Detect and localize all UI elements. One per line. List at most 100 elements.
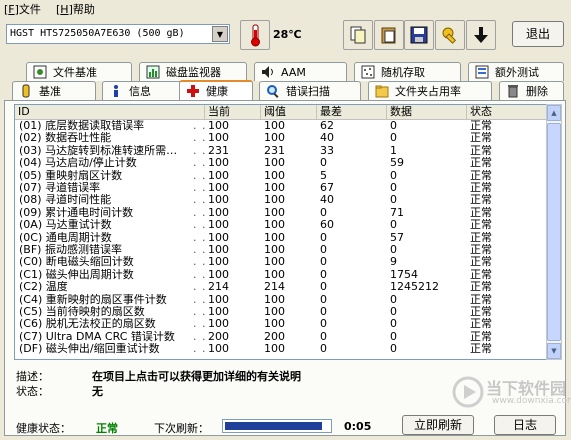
table-header: ID 当前 阈值 最差 数据 状态 [15,105,546,120]
cell-id: (01) 底层数据读取错误率 [19,120,145,132]
table-row[interactable]: (BF) 振动感测错误率 100 100 0 0 正常 . . . [15,244,546,257]
cell-current: 100 [208,306,229,318]
table-row[interactable]: (09) 累计通电时间计数 100 100 0 71 正常 . . . [15,206,546,220]
magnifier-icon [266,84,280,98]
col-header-status[interactable]: 状态 [467,105,546,120]
table-row[interactable]: (C1) 磁头伸出周期计数 100 100 0 1754 正常 . . . [15,268,546,282]
table-row[interactable]: (C2) 温度 214 214 0 1245212 正常 . . . [15,281,546,294]
cell-threshold: 100 [264,182,285,194]
cell-worst: 0 [320,256,327,269]
cell-status: 正常 [470,293,492,306]
scroll-thumb[interactable] [547,123,561,341]
cell-id: (C5) 当前待映射的扇区数 [19,306,145,318]
cell-status: 正常 [470,206,492,219]
table-scrollbar[interactable]: ▲ ▼ [546,104,562,360]
thermometer-button[interactable] [240,20,270,50]
tab-label: 信息 [129,85,151,98]
drive-select[interactable]: HGST HTS725050A7E630 (500 gB) ▼ [6,24,230,44]
cell-status: 正常 [470,281,492,294]
tab-random-access[interactable]: 随机存取 [354,62,461,81]
col-header-threshold[interactable]: 阈值 [261,105,317,120]
health-cross-icon [186,84,200,98]
exit-button[interactable]: 退出 [512,21,564,47]
cell-current: 100 [208,120,229,132]
health-status-label: 健康状态： [16,422,71,435]
tab-folder-usage[interactable]: 文件夹占用率 [368,81,492,100]
smart-table[interactable]: ID 当前 阈值 最差 数据 状态 (01) 底层数据读取错误率 100 100 62… [14,104,547,360]
tab-disk-monitor[interactable]: 磁盘监视器 [139,62,247,81]
cell-status: 正常 [470,132,492,145]
table-row[interactable]: (05) 重映射扇区计数 100 100 5 0 正常 . . . [15,169,546,183]
refresh-now-button[interactable]: 立即刷新 [402,415,474,435]
table-row[interactable]: (0C) 通电周期计数 100 100 0 57 正常 . . . [15,231,546,245]
menu-help[interactable]: [H]帮助 [56,1,95,17]
col-header-worst[interactable]: 最差 [317,105,387,120]
table-row[interactable]: (07) 寻道错误率 100 100 67 0 正常 . . . [15,182,546,195]
table-row[interactable]: (C5) 当前待映射的扇区数 100 100 0 0 正常 . . . [15,305,546,319]
copy-text-button[interactable] [343,20,373,50]
col-header-id[interactable]: ID [15,105,205,120]
table-row[interactable]: (01) 底层数据读取错误率 100 100 62 0 正常 . . . [15,120,546,133]
options-button[interactable] [435,20,465,50]
refresh-progress-fill [225,422,322,430]
tab-info[interactable]: 信息 [102,81,188,100]
cell-worst: 0 [320,157,327,170]
cell-id: (08) 寻道时间性能 [19,194,112,207]
cell-status: 正常 [470,244,492,256]
table-row[interactable]: (C6) 脱机无法校正的扇区数 100 100 0 0 正常 . . . [15,318,546,331]
cell-threshold: 100 [264,256,285,269]
tab-benchmark[interactable]: 基准 [12,81,96,100]
table-row[interactable]: (0A) 马达重试计数 100 100 60 0 正常 . . . [15,218,546,232]
table-row[interactable]: (02) 数据吞吐性能 100 100 40 0 正常 . . . [15,132,546,145]
cell-id: (04) 马达启动/停止计数 [19,157,137,170]
cell-current: 100 [208,157,229,170]
cell-status: 正常 [470,182,492,194]
scroll-down-icon[interactable]: ▼ [547,343,561,359]
cell-status: 正常 [470,169,492,182]
cell-id: (C4) 重新映射的扇区事件计数 [19,293,167,306]
col-header-current[interactable]: 当前 [205,105,261,120]
cell-data: 0 [390,219,397,232]
download-button[interactable] [466,20,496,50]
col-header-data[interactable]: 数据 [387,105,467,120]
cell-current: 100 [208,219,229,232]
tab-health[interactable]: 健康 [179,80,253,100]
table-row[interactable]: (C7) Ultra DMA CRC 错误计数 200 200 0 0 正常 . . . [15,330,546,344]
table-row[interactable]: (DF) 磁头伸出/缩回重试计数 100 100 0 0 正常 . . . [15,342,546,356]
cell-current: 100 [208,244,229,256]
cell-data: 0 [390,194,397,207]
table-row[interactable]: (C4) 重新映射的扇区事件计数 100 100 0 0 正常 . . . [15,292,546,307]
cell-status: 正常 [470,318,492,331]
row-dots: . . . [193,218,216,232]
copy-image-button[interactable] [374,20,404,50]
cell-data: 0 [390,132,397,145]
save-button[interactable] [404,20,434,50]
scroll-up-icon[interactable]: ▲ [547,105,561,121]
tab-error-scan[interactable]: 错误扫描 [259,81,361,100]
menu-file-key: F [8,3,15,16]
table-row[interactable]: (C0) 断电磁头缩回计数 100 100 0 9 正常 . . . [15,256,546,269]
row-dots: . . . [193,305,216,318]
tabs-row-bottom: 基准 信息 健康 错误扫描 文件夹占用率 删除 [4,80,566,100]
cell-id: (09) 累计通电时间计数 [19,206,134,219]
temperature-readout: 28℃ [273,28,302,41]
table-row[interactable]: (08) 寻道时间性能 100 100 40 0 正常 . . . [15,194,546,207]
row-dots: . . . [193,292,216,306]
cell-current: 100 [208,318,229,331]
log-button[interactable]: 日志 [494,415,556,435]
menu-file[interactable]: [F]文件 [4,1,41,17]
health-status-value: 正常 [96,422,118,435]
tab-delete[interactable]: 删除 [499,81,564,100]
cell-current: 100 [208,169,229,182]
table-row[interactable]: (04) 马达启动/停止计数 100 100 0 59 正常 . . . [15,157,546,170]
table-row[interactable]: (03) 马达旋转到标准转速所需… 231 231 33 1 正常 . . . [15,144,546,158]
cell-data: 0 [390,293,397,306]
tab-file-benchmark[interactable]: 文件基准 [26,62,132,81]
tab-label: 删除 [526,85,548,98]
tab-extra-tests[interactable]: 额外测试 [468,62,564,81]
cell-threshold: 100 [264,132,285,145]
chevron-down-icon[interactable]: ▼ [212,26,228,42]
tab-aam[interactable]: AAM [254,62,347,81]
cell-data: 57 [390,231,404,244]
row-dots: . . . [193,342,216,356]
